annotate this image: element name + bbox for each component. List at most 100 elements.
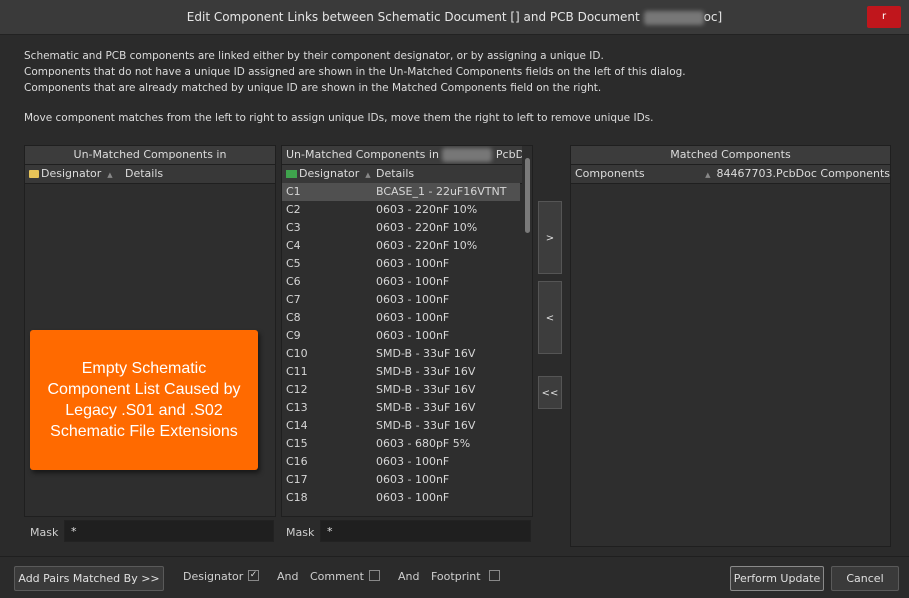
- pcb-components-column-label: 84467703.PcbDoc Components: [716, 167, 891, 180]
- check-icon: ✓: [249, 570, 258, 580]
- details-cell: 0603 - 100nF: [376, 293, 450, 306]
- pcb-components-column-header[interactable]: ▲ 84467703.PcbDoc Components: [699, 165, 890, 183]
- table-row[interactable]: C8 0603 - 100nF: [282, 309, 520, 327]
- designator-cell: C12: [286, 383, 308, 396]
- details-cell: SMD-B - 33uF 16V: [376, 347, 476, 360]
- details-cell: 0603 - 220nF 10%: [376, 221, 478, 234]
- description: Schematic and PCB components are linked …: [24, 48, 884, 126]
- window-title: Edit Component Links between Schematic D…: [0, 0, 909, 34]
- bottom-bar: Add Pairs Matched By >> Designator ✓ And…: [0, 556, 909, 598]
- window-title-prefix: Edit Component Links between Schematic D…: [186, 10, 640, 24]
- details-cell: BCASE_1 - 22uF16VTNT: [376, 185, 507, 198]
- details-cell: 0603 - 100nF: [376, 275, 450, 288]
- designator-cell: C8: [286, 311, 301, 324]
- designator-cell: C14: [286, 419, 308, 432]
- annotation-callout: Empty Schematic Component List Caused by…: [30, 330, 258, 470]
- details-cell: SMD-B - 33uF 16V: [376, 401, 476, 414]
- unmatched-pcb-list[interactable]: C1 BCASE_1 - 22uF16VTNT C2 0603 - 220nF 10%…: [282, 183, 520, 516]
- matched-components-panel[interactable]: Matched Components Components ▲ 84467703.…: [570, 145, 891, 547]
- table-row[interactable]: C18 0603 - 100nF: [282, 489, 520, 507]
- comment-option-label: Comment: [310, 570, 364, 583]
- scrollbar-thumb[interactable]: [525, 158, 530, 233]
- table-row[interactable]: C15 0603 - 680pF 5%: [282, 435, 520, 453]
- details-column-header[interactable]: Details: [121, 165, 163, 183]
- designator-column-header[interactable]: Designator ▲: [282, 165, 372, 183]
- designator-checkbox[interactable]: ✓: [248, 570, 259, 581]
- designator-cell: C6: [286, 275, 301, 288]
- middle-mask-input[interactable]: *: [320, 520, 531, 542]
- close-button[interactable]: r: [867, 6, 901, 28]
- table-row[interactable]: C7 0603 - 100nF: [282, 291, 520, 309]
- table-row[interactable]: C14 SMD-B - 33uF 16V: [282, 417, 520, 435]
- add-pairs-button[interactable]: Add Pairs Matched By >>: [14, 566, 164, 591]
- table-row[interactable]: C10 SMD-B - 33uF 16V: [282, 345, 520, 363]
- footprint-option-label: Footprint: [431, 570, 481, 583]
- designator-cell: C3: [286, 221, 301, 234]
- folder-icon: [29, 170, 39, 178]
- unmatched-pcb-panel[interactable]: Un-Matched Components in PcbD... Designa…: [281, 145, 533, 517]
- details-cell: 0603 - 100nF: [376, 473, 450, 486]
- table-row[interactable]: C6 0603 - 100nF: [282, 273, 520, 291]
- move-all-left-button[interactable]: <<: [538, 376, 562, 409]
- details-cell: 0603 - 100nF: [376, 257, 450, 270]
- unmatched-pcb-title-prefix: Un-Matched Components in: [286, 148, 439, 161]
- sort-icon: ▲: [705, 171, 711, 179]
- window-title-suffix: oc]: [703, 10, 723, 24]
- table-row[interactable]: C9 0603 - 100nF: [282, 327, 520, 345]
- components-column-header[interactable]: Components: [571, 165, 699, 183]
- footprint-checkbox[interactable]: [489, 570, 500, 581]
- description-line-3: Components that are already matched by u…: [24, 82, 602, 94]
- details-cell: 0603 - 220nF 10%: [376, 239, 478, 252]
- description-line-2: Components that do not have a unique ID …: [24, 66, 686, 78]
- table-row[interactable]: C13 SMD-B - 33uF 16V: [282, 399, 520, 417]
- annotation-callout-text: Empty Schematic Component List Caused by…: [47, 360, 241, 440]
- and-label-2: And: [398, 570, 420, 583]
- title-bar: Edit Component Links between Schematic D…: [0, 0, 909, 35]
- perform-update-button[interactable]: Perform Update: [730, 566, 824, 591]
- redacted-filename: [442, 148, 493, 162]
- table-row[interactable]: C17 0603 - 100nF: [282, 471, 520, 489]
- unmatched-pcb-header: Designator ▲ Details: [282, 165, 532, 184]
- comment-checkbox[interactable]: [369, 570, 380, 581]
- vertical-scrollbar[interactable]: [522, 146, 532, 516]
- left-mask-input[interactable]: *: [64, 520, 274, 542]
- designator-cell: C10: [286, 347, 308, 360]
- table-row[interactable]: C1 BCASE_1 - 22uF16VTNT: [282, 183, 520, 201]
- table-row[interactable]: C16 0603 - 100nF: [282, 453, 520, 471]
- designator-option-label: Designator: [183, 570, 244, 583]
- sort-icon: ▲: [365, 171, 371, 179]
- table-row[interactable]: C2 0603 - 220nF 10%: [282, 201, 520, 219]
- details-column-header[interactable]: Details: [372, 165, 414, 183]
- redacted-filename: [643, 10, 704, 25]
- sort-icon: ▲: [107, 171, 113, 179]
- designator-cell: C4: [286, 239, 301, 252]
- pcb-component-icon: [286, 170, 297, 178]
- move-right-button[interactable]: >: [538, 201, 562, 274]
- table-row[interactable]: C12 SMD-B - 33uF 16V: [282, 381, 520, 399]
- designator-cell: C11: [286, 365, 308, 378]
- unmatched-schematic-header: Designator ▲ Details: [25, 165, 275, 184]
- designator-column-label: Designator: [41, 167, 102, 180]
- table-row[interactable]: C5 0603 - 100nF: [282, 255, 520, 273]
- details-cell: SMD-B - 33uF 16V: [376, 365, 476, 378]
- designator-cell: C2: [286, 203, 301, 216]
- details-cell: SMD-B - 33uF 16V: [376, 383, 476, 396]
- designator-cell: C5: [286, 257, 301, 270]
- designator-column-header[interactable]: Designator ▲: [25, 165, 121, 183]
- table-row[interactable]: C11 SMD-B - 33uF 16V: [282, 363, 520, 381]
- details-cell: 0603 - 220nF 10%: [376, 203, 478, 216]
- designator-cell: C9: [286, 329, 301, 342]
- and-label-1: And: [277, 570, 299, 583]
- designator-cell: C1: [286, 185, 301, 198]
- left-mask-label: Mask: [30, 526, 59, 539]
- designator-cell: C17: [286, 473, 308, 486]
- cancel-button[interactable]: Cancel: [831, 566, 899, 591]
- move-left-button[interactable]: <: [538, 281, 562, 354]
- designator-column-label: Designator: [299, 167, 360, 180]
- details-cell: 0603 - 100nF: [376, 491, 450, 504]
- table-row[interactable]: C3 0603 - 220nF 10%: [282, 219, 520, 237]
- details-cell: 0603 - 100nF: [376, 329, 450, 342]
- table-row[interactable]: C4 0603 - 220nF 10%: [282, 237, 520, 255]
- designator-cell: C15: [286, 437, 308, 450]
- designator-cell: C16: [286, 455, 308, 468]
